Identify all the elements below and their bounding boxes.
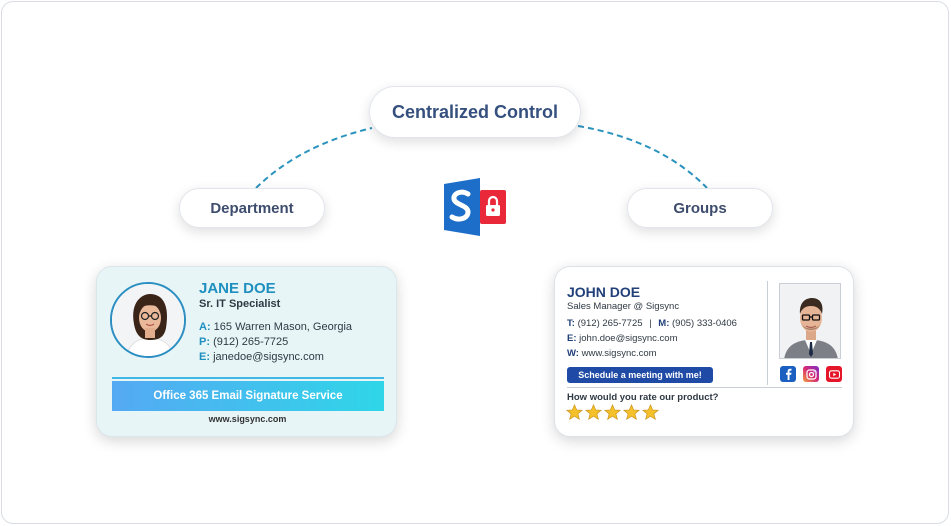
star-icon[interactable] [566,404,583,421]
john-web: W: www.sigsync.com [567,348,657,359]
connection-arcs [255,125,708,189]
arc-right [577,125,708,189]
john-title: Sales Manager @ Sigsync [567,301,680,312]
jane-service-banner[interactable]: Office 365 Email Signature Service [112,381,384,411]
john-tel-value: (912) 265-7725 [577,318,643,329]
jane-address-label: A: [199,321,211,333]
jane-phone-label: P: [199,336,210,348]
star-icon[interactable] [604,404,621,421]
john-vertical-divider [767,281,768,385]
facebook-icon[interactable] [780,366,796,382]
jane-address: A: 165 Warren Mason, Georgia [199,321,352,333]
sigsync-lock-logo-icon [444,178,506,236]
john-web-label: W: [567,348,579,359]
star-icon[interactable] [623,404,640,421]
department-label: Department [210,199,294,217]
john-mobile-value: (905) 333-0406 [672,318,737,329]
rating-stars[interactable] [566,404,659,421]
rating-question: How would you rate our product? [567,392,719,403]
centralized-control-label: Centralized Control [391,101,558,122]
jane-email-label: E: [199,351,210,363]
john-email: E: john.doe@sigsync.com [567,333,678,344]
jane-title: Sr. IT Specialist [199,298,281,310]
jane-phone: P: (912) 265-7725 [199,336,288,348]
star-icon[interactable] [585,404,602,421]
centralized-control-node: Centralized Control [369,86,581,138]
star-icon[interactable] [642,404,659,421]
jane-name: JANE DOE [199,280,276,297]
john-tel-label: T: [567,318,575,329]
john-avatar [779,283,841,359]
john-web-value[interactable]: www.sigsync.com [582,348,657,359]
jane-email-value[interactable]: janedoe@sigsync.com [213,351,324,363]
groups-node: Groups [627,188,773,228]
jane-phone-value: (912) 265-7725 [213,336,289,348]
john-email-value[interactable]: john.doe@sigsync.com [579,333,677,344]
john-phones: T: (912) 265-7725 | M: (905) 333-0406 [567,318,737,329]
john-mobile-label: M: [658,318,670,329]
arc-left [255,127,373,189]
department-node: Department [179,188,325,228]
john-horizontal-divider [567,387,842,388]
jane-address-value: 165 Warren Mason, Georgia [213,321,353,333]
jane-signature-card: JANE DOE Sr. IT Specialist A: 165 Warren… [96,266,397,437]
john-phone-separator: | [649,318,652,329]
john-name: JOHN DOE [567,284,641,300]
instagram-icon[interactable] [803,366,819,382]
jane-email: E: janedoe@sigsync.com [199,351,324,363]
john-signature-card: JOHN DOE Sales Manager @ Sigsync T: (912… [554,266,854,437]
schedule-meeting-button[interactable]: Schedule a meeting with me! [567,367,713,383]
john-email-label: E: [567,333,577,344]
jane-avatar [110,282,186,358]
jane-divider [112,377,384,379]
groups-label: Groups [673,199,727,217]
youtube-icon[interactable] [826,366,842,382]
jane-website-link[interactable]: www.sigsync.com [97,414,398,424]
